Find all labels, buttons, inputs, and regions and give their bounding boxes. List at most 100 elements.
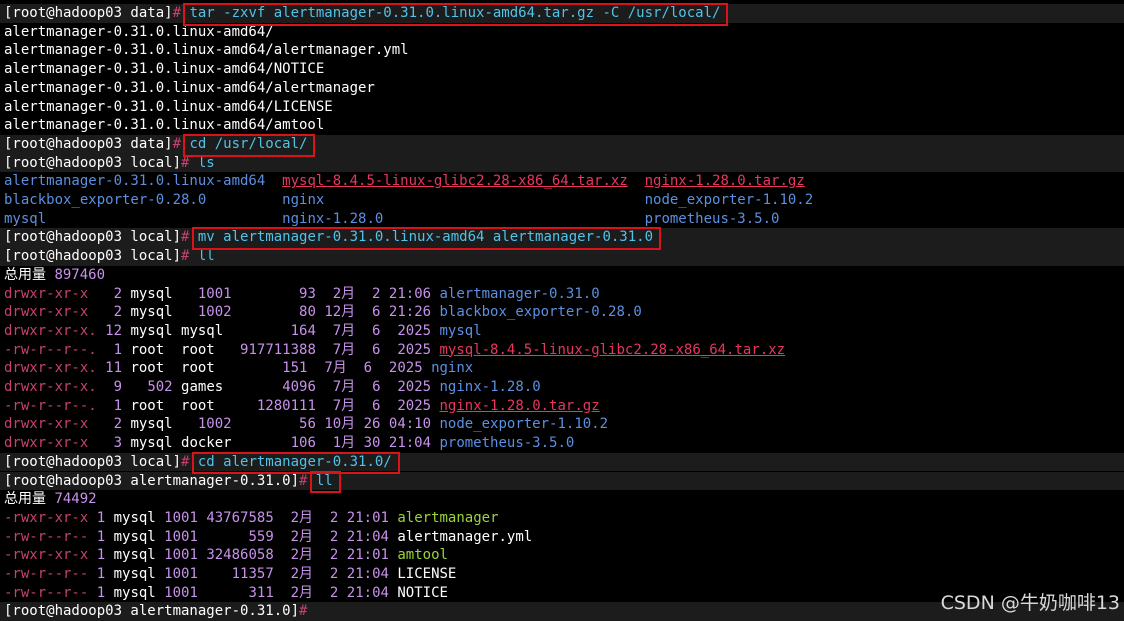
csdn-watermark: CSDN @牛奶咖啡13: [940, 592, 1120, 614]
terminal-text: drwxr-xr-x: [4, 416, 114, 433]
terminal-text: alertmanager-0.31.0.linux-amd64/alertman…: [4, 42, 409, 59]
terminal-text: 2 21:06: [372, 285, 440, 302]
terminal-text: drwxr-xr-x.: [4, 379, 114, 395]
output-line: alertmanager-0.31.0.linux-amd64/alertman…: [0, 79, 1124, 98]
command-text: cd /usr/local/: [189, 135, 308, 152]
terminal-text: drwxr-xr-x: [4, 285, 114, 302]
terminal-text: prometheus-3.5.0: [644, 210, 780, 227]
prompt-line: [root@hadoop03 data]# cd /usr/local/: [0, 134, 1124, 154]
terminal-text: NOTICE: [397, 584, 448, 601]
terminal-text: [root@hadoop03 local]: [4, 248, 182, 265]
output-line: alertmanager-0.31.0.linux-amd64/: [0, 23, 1124, 42]
terminal-text: 1001: [164, 584, 198, 601]
terminal-text: #: [172, 135, 190, 152]
terminal-text: [root@hadoop03 data]: [4, 5, 173, 21]
terminal-text: [root@hadoop03 local]: [4, 453, 182, 470]
terminal-text: 总用量: [4, 491, 55, 508]
output-line: mysql nginx-1.28.0 prometheus-3.5.0: [0, 210, 1124, 229]
output-line: drwxr-xr-x 2 mysql 1001 93 2月 2 21:06 al…: [0, 285, 1124, 304]
terminal-text: 56: [299, 416, 316, 433]
terminal-text: blackbox_exporter-0.28.0: [439, 304, 642, 321]
terminal-text: 2月: [273, 566, 330, 582]
terminal-text: alertmanager.yml: [397, 528, 533, 545]
terminal-text: 559: [248, 528, 274, 545]
terminal-text: [root@hadoop03 alertmanager-0.31.0]: [4, 603, 300, 620]
prompt-line: [root@hadoop03 alertmanager-0.31.0]# ll: [0, 471, 1124, 491]
terminal-text: 1: [96, 547, 106, 564]
terminal-text: 106: [290, 435, 316, 452]
command-text: cd alertmanager-0.31.0/: [197, 453, 392, 470]
terminal-text: mysql: [4, 210, 283, 227]
terminal-text: alertmanager-0.31.0.linux-amd64/LICENSE: [4, 98, 333, 115]
terminal-text: LICENSE: [397, 566, 457, 582]
terminal-text: mysql: [122, 285, 198, 302]
terminal-text: mysql: [122, 304, 198, 321]
prompt-line: [root@hadoop03 local]# cd alertmanager-0…: [0, 452, 1124, 472]
output-line: -rw-r--r-- 1 mysql 1001 11357 2月 2 21:04…: [0, 565, 1124, 584]
terminal-text: 1: [96, 528, 106, 545]
terminal-text: 80: [299, 304, 316, 321]
terminal-text: mysql: [105, 584, 165, 601]
terminal-text: games: [172, 379, 283, 395]
terminal-text: alertmanager-0.31.0.linux-amd64: [4, 173, 283, 190]
terminal-text: #: [299, 472, 316, 489]
terminal-text: drwxr-xr-x.: [4, 360, 106, 377]
terminal-text: 1001: [197, 285, 232, 302]
terminal-text: 2 21:01: [329, 509, 398, 526]
output-line: 总用量 74492: [0, 490, 1124, 509]
output-line: -rw-r--r-- 1 mysql 1001 559 2月 2 21:04 a…: [0, 528, 1124, 547]
output-line: drwxr-xr-x. 11 root root 151 7月 6 2025 n…: [0, 359, 1124, 378]
terminal-text: 43767585: [206, 509, 274, 526]
terminal-text: mysql: [105, 566, 165, 582]
prompt-line: [root@hadoop03 local]# mv alertmanager-0…: [0, 228, 1124, 248]
terminal-text: drwxr-xr-x: [4, 435, 114, 452]
terminal-text: [root@hadoop03 local]: [4, 154, 182, 171]
terminal-text: mysql: [439, 322, 482, 339]
output-line: drwxr-xr-x 2 mysql 1002 56 10月 26 04:10 …: [0, 415, 1124, 434]
terminal-text: 7月: [315, 322, 373, 339]
terminal-text: 30 21:04: [363, 435, 440, 452]
terminal-text: 1: [96, 566, 106, 582]
terminal-text: 1001: [164, 509, 198, 526]
terminal-text: alertmanager-0.31.0.linux-amd64/NOTICE: [4, 61, 325, 78]
terminal-text: 12月: [315, 304, 373, 321]
output-line: drwxr-xr-x 2 mysql 1002 80 12月 6 21:26 b…: [0, 303, 1124, 322]
terminal-text: 2月: [273, 547, 330, 564]
terminal-text: nginx-1.28.0.tar.gz: [439, 397, 600, 414]
terminal-text: 32486058: [206, 547, 274, 564]
terminal-text: mysql: [105, 509, 165, 526]
terminal-text: nginx-1.28.0: [282, 210, 645, 227]
terminal-text: 2: [113, 304, 123, 321]
terminal-text: blackbox_exporter-0.28.0: [4, 192, 283, 208]
terminal-text: 1002: [197, 304, 232, 321]
terminal-text: 1月: [315, 435, 364, 452]
terminal-text: 6 2025: [372, 379, 440, 395]
terminal-text: -rw-r--r--: [4, 528, 97, 545]
terminal-text: 6 2025: [372, 322, 440, 339]
terminal-window[interactable]: [root@hadoop03 data]# tar -zxvf alertman…: [0, 0, 1124, 621]
command-text: ll: [197, 248, 215, 265]
terminal-text: 11357: [231, 566, 274, 582]
terminal-text: -rwxr-xr-x: [4, 547, 97, 564]
terminal-text: 897460: [54, 266, 106, 283]
prompt-line: [root@hadoop03 data]# tar -zxvf alertman…: [0, 4, 1124, 23]
terminal-text: 2 21:04: [329, 528, 398, 545]
terminal-text: 2: [113, 285, 123, 302]
terminal-text: nginx: [431, 360, 474, 377]
terminal-text: node_exporter-1.10.2: [439, 416, 609, 433]
terminal-text: [root@hadoop03 data]: [4, 135, 173, 152]
terminal-text: prometheus-3.5.0: [439, 435, 575, 452]
terminal-text: 151: [282, 360, 308, 377]
terminal-text: 12: [105, 322, 123, 339]
output-line: -rwxr-xr-x 1 mysql 1001 43767585 2月 2 21…: [0, 509, 1124, 528]
terminal-text: nginx-1.28.0: [439, 379, 541, 395]
terminal-text: -rw-r--r--: [4, 566, 97, 582]
terminal-text: root root: [122, 341, 241, 358]
terminal-text: 2月: [273, 584, 330, 601]
terminal-text: 7月: [315, 341, 373, 358]
terminal-text: 164: [290, 322, 316, 339]
terminal-text: [root@hadoop03 alertmanager-0.31.0]: [4, 472, 300, 489]
